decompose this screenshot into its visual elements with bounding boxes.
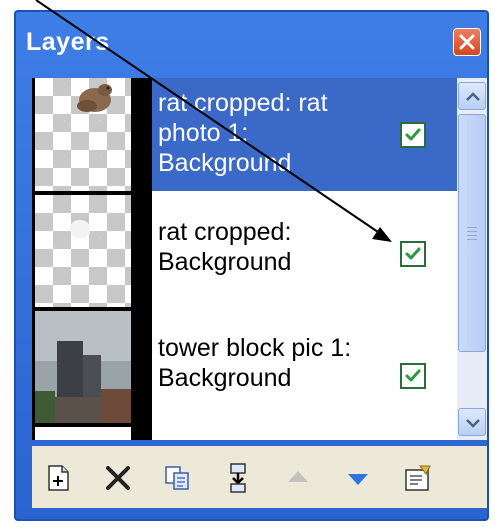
layer-name: rat cropped: rat photo 1: Background bbox=[158, 89, 328, 177]
move-layer-up-icon bbox=[288, 471, 308, 482]
layer-list: rat cropped: rat photo 1: Background rat… bbox=[32, 78, 487, 440]
thumbnail-column bbox=[32, 78, 152, 440]
move-layer-down-icon bbox=[348, 474, 368, 485]
delete-layer-button[interactable] bbox=[98, 458, 138, 498]
checkmark-icon bbox=[405, 247, 421, 260]
move-layer-down-button[interactable] bbox=[338, 458, 378, 498]
layer-properties-button[interactable] bbox=[398, 458, 438, 498]
layer-name: tower block pic 1: Background bbox=[158, 334, 352, 392]
page: Layers rat cropped: rat photo 1: Backgro… bbox=[0, 0, 495, 531]
chevron-down-icon bbox=[466, 419, 480, 428]
duplicate-layer-icon bbox=[165, 466, 189, 490]
layer-name: rat cropped: Background bbox=[158, 218, 292, 276]
chevron-up-icon bbox=[466, 92, 480, 101]
layers-window: Layers rat cropped: rat photo 1: Backgro… bbox=[14, 10, 489, 521]
transparent-layer-thumbnail[interactable] bbox=[35, 195, 131, 307]
checkmark-icon bbox=[405, 128, 421, 141]
layer-row-2[interactable]: rat cropped: Background bbox=[152, 195, 457, 307]
rat-photo-thumbnail[interactable] bbox=[35, 78, 131, 191]
window-title: Layers bbox=[26, 28, 110, 56]
layer-visibility-checkbox[interactable] bbox=[400, 363, 426, 389]
scroll-thumb[interactable] bbox=[458, 114, 486, 352]
layers-toolbar bbox=[32, 446, 487, 508]
scroll-up-button[interactable] bbox=[458, 82, 486, 110]
tower-block-thumbnail[interactable] bbox=[35, 311, 131, 423]
layer-thumbnail-partial bbox=[35, 427, 131, 440]
close-icon bbox=[459, 34, 475, 50]
layer-properties-icon bbox=[405, 465, 431, 491]
title-bar[interactable]: Layers bbox=[16, 12, 487, 84]
merge-layer-down-icon bbox=[230, 463, 246, 493]
new-layer-icon bbox=[48, 465, 69, 491]
close-button[interactable] bbox=[453, 28, 481, 56]
duplicate-layer-button[interactable] bbox=[158, 458, 198, 498]
layer-row-1[interactable]: rat cropped: rat photo 1: Background bbox=[152, 78, 457, 191]
delete-layer-icon bbox=[106, 466, 130, 490]
merge-layer-down-button[interactable] bbox=[218, 458, 258, 498]
layer-visibility-checkbox[interactable] bbox=[400, 241, 426, 267]
move-layer-up-button[interactable] bbox=[278, 458, 318, 498]
vertical-scrollbar[interactable] bbox=[457, 78, 487, 440]
new-layer-button[interactable] bbox=[38, 458, 78, 498]
checkmark-icon bbox=[405, 369, 421, 382]
scroll-down-button[interactable] bbox=[458, 408, 486, 436]
layer-row-3[interactable]: tower block pic 1: Background bbox=[152, 311, 457, 423]
layer-visibility-checkbox[interactable] bbox=[400, 122, 426, 148]
